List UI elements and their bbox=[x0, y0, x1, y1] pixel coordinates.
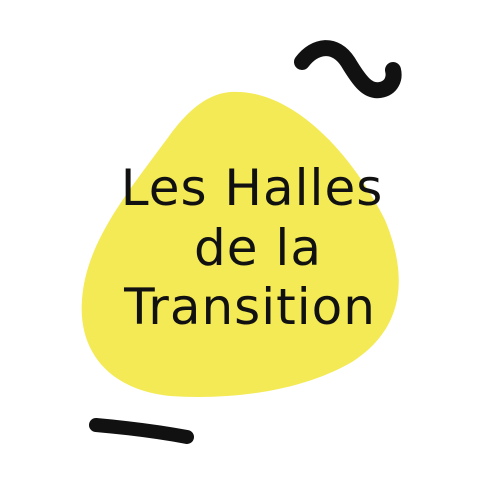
logo-line-2: de la bbox=[194, 219, 322, 277]
logo-line-1: Les Halles bbox=[121, 159, 384, 217]
dash-decoration bbox=[89, 418, 194, 444]
squiggle-decoration bbox=[294, 40, 402, 99]
logo: Les Halles de la Transition bbox=[81, 40, 402, 444]
logo-line-3: Transition bbox=[123, 278, 376, 336]
